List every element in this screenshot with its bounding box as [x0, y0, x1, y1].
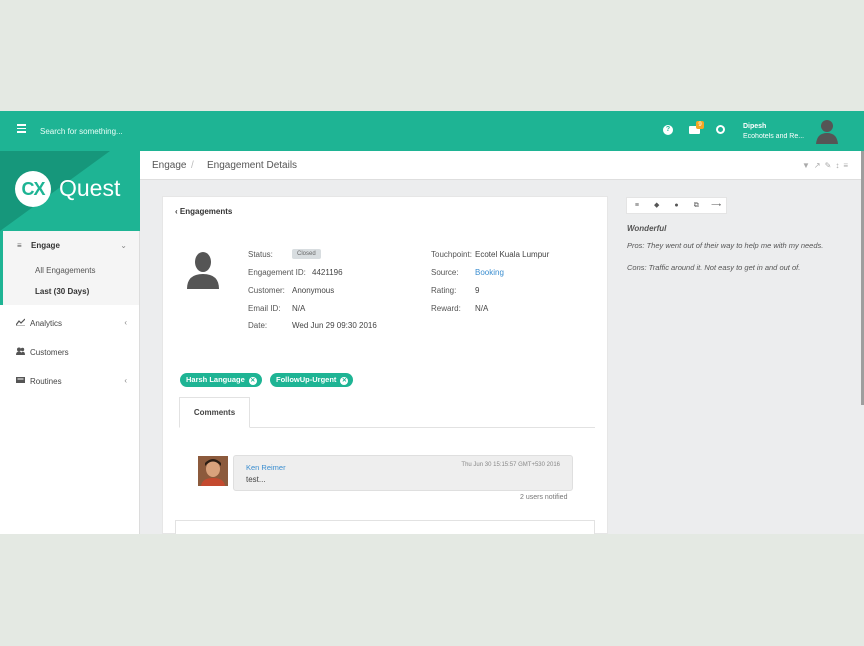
sidebar-group-engage: ≡ Engage ⌄ All Engagements Last (30 Days): [0, 231, 139, 305]
commenter-avatar: [198, 456, 228, 486]
engagement-card: ‹ Engagements Status: Closed Engagement …: [162, 196, 608, 534]
source-link[interactable]: Booking: [475, 268, 504, 277]
back-to-engagements-link[interactable]: ‹ Engagements: [175, 207, 232, 216]
tag-followup-urgent: FollowUp-Urgent ✕: [270, 373, 354, 387]
customer-value: Anonymous: [292, 286, 335, 295]
date-value: Wed Jun 29 09:30 2016: [292, 321, 377, 330]
comment-bubble: Ken Reimer Thu Jun 30 15:15:57 GMT+530 2…: [233, 455, 573, 491]
comment-text: test...: [246, 475, 266, 484]
review-pros: Pros: They went out of their way to help…: [627, 241, 824, 250]
touchpoint-value: Ecotel Kuala Lumpur: [475, 250, 550, 259]
sidebar-item-label: Routines: [30, 377, 62, 386]
engagement-id-label: Engagement ID:: [248, 268, 306, 277]
rating-label: Rating:: [431, 286, 457, 295]
customer-avatar-icon: [187, 252, 219, 289]
breadcrumb: Engage / Engagement Details ▼↗✎↕≡: [140, 151, 864, 180]
search-input[interactable]: [40, 123, 200, 139]
tag-harsh-language: Harsh Language ✕: [180, 373, 262, 387]
sidebar-item-analytics[interactable]: Analytics: [16, 318, 62, 328]
reward-value: N/A: [475, 304, 489, 313]
breadcrumb-current: Engagement Details: [207, 160, 298, 171]
review-title: Wonderful: [627, 224, 667, 233]
status-badge: Closed: [292, 249, 321, 259]
menu-icon[interactable]: [17, 124, 26, 133]
user-name[interactable]: Dipesh: [743, 123, 766, 130]
sidebar-item-engage[interactable]: ≡ Engage: [17, 241, 60, 250]
comment-timestamp: Thu Jun 30 15:15:57 GMT+530 2016: [461, 462, 560, 468]
engagement-id-value: 4421196: [312, 268, 343, 277]
list-icon[interactable]: ≡: [627, 198, 647, 213]
sidebar-item-last-30-days[interactable]: Last (30 Days): [35, 287, 89, 296]
logo-cx-mark: CX: [15, 171, 51, 207]
logo-wordmark: Quest: [59, 175, 121, 201]
breadcrumb-separator: /: [191, 160, 194, 171]
remove-tag-icon[interactable]: ✕: [340, 377, 349, 385]
notification-badge: 9: [696, 121, 704, 129]
gear-icon[interactable]: [716, 125, 725, 134]
sidebar-item-label: Analytics: [30, 319, 63, 328]
cxquest-logo[interactable]: CX Quest: [0, 151, 140, 231]
tag-icon[interactable]: ◆: [647, 198, 667, 213]
tag-label: Harsh Language: [186, 375, 245, 384]
notified-count: 2 users notified: [520, 494, 568, 501]
page-toolbar: ▼↗✎↕≡: [802, 161, 852, 170]
chevron-left-icon[interactable]: ‹: [124, 376, 127, 385]
list-view-icon[interactable]: ≡: [843, 161, 852, 170]
app-window: ? 9 Dipesh Ecohotels and Re... CX Quest …: [0, 111, 864, 534]
date-label: Date:: [248, 321, 268, 330]
top-bar: ? 9 Dipesh Ecohotels and Re...: [0, 111, 864, 151]
review-toolbar: ≡ ◆ ● ⧉ ⟶: [626, 197, 727, 214]
sidebar-item-label: Engage: [31, 241, 60, 250]
tag-label: FollowUp-Urgent: [276, 375, 337, 384]
reply-input[interactable]: [175, 520, 595, 534]
remove-tag-icon[interactable]: ✕: [248, 377, 257, 385]
chevron-left-icon[interactable]: ‹: [124, 318, 127, 327]
breadcrumb-engage[interactable]: Engage: [152, 160, 186, 171]
back-link-label: Engagements: [179, 207, 233, 216]
user-organization: Ecohotels and Re...: [743, 133, 805, 140]
help-icon[interactable]: ?: [663, 125, 673, 135]
list-icon: ≡: [17, 241, 22, 250]
comment-icon[interactable]: ●: [667, 198, 687, 213]
customer-label: Customer:: [248, 286, 285, 295]
line-chart-icon: [16, 318, 25, 326]
sidebar-item-all-engagements[interactable]: All Engagements: [35, 266, 95, 275]
share-icon[interactable]: ↗: [814, 161, 825, 170]
routine-icon: [16, 377, 25, 383]
filter-icon[interactable]: ▼: [802, 161, 814, 170]
sidebar-item-label: Customers: [30, 348, 69, 357]
share-icon[interactable]: ⟶: [706, 198, 726, 213]
email-id-label: Email ID:: [248, 304, 281, 313]
users-icon: [16, 347, 25, 355]
status-label: Status:: [248, 250, 273, 259]
chevron-down-icon[interactable]: ⌄: [120, 241, 127, 250]
touchpoint-label: Touchpoint:: [431, 250, 472, 259]
review-cons: Cons: Traffic around it. Not easy to get…: [627, 263, 801, 272]
rating-value: 9: [475, 286, 480, 295]
reward-label: Reward:: [431, 304, 461, 313]
copy-icon[interactable]: ⧉: [686, 198, 706, 213]
user-avatar-icon[interactable]: [815, 118, 839, 144]
edit-icon[interactable]: ✎: [825, 161, 836, 170]
comment-author-link[interactable]: Ken Reimer: [246, 463, 286, 472]
tab-comments[interactable]: Comments: [179, 397, 250, 428]
sidebar-item-routines[interactable]: Routines: [16, 376, 62, 386]
sidebar-item-customers[interactable]: Customers: [16, 347, 69, 357]
sidebar: CX Quest ≡ Engage ⌄ All Engagements Last …: [0, 151, 140, 534]
source-label: Source:: [431, 268, 459, 277]
email-id-value: N/A: [292, 304, 306, 313]
